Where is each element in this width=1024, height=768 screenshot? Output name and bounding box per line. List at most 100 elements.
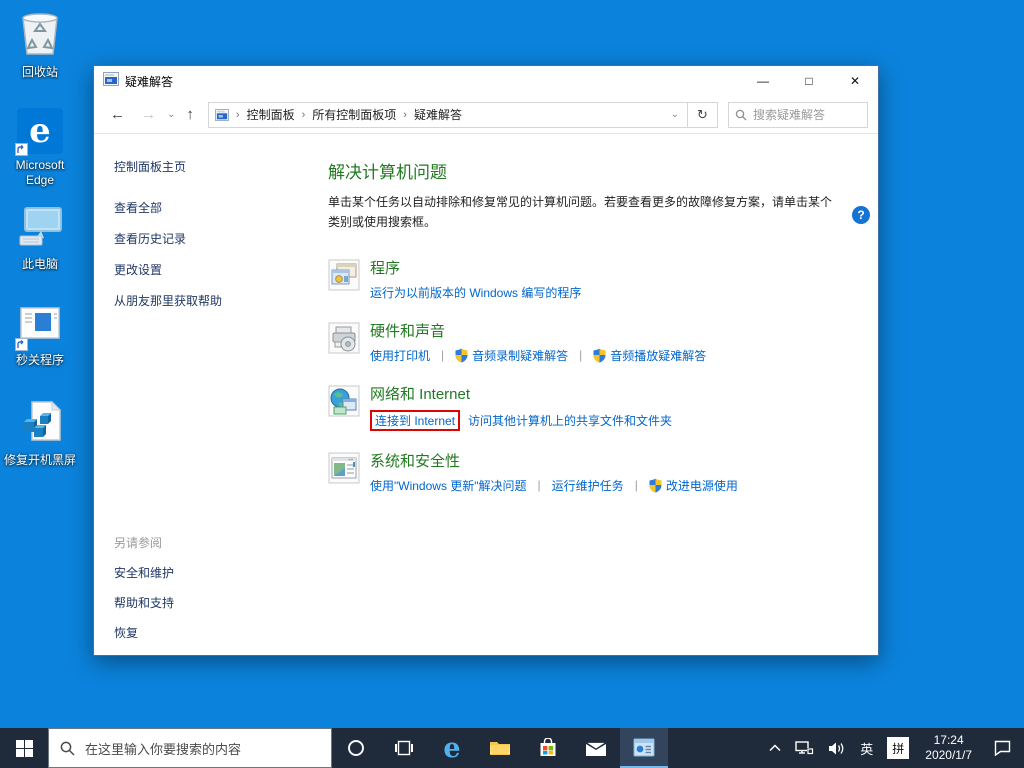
- action-center-icon: [994, 740, 1011, 756]
- search-icon: [60, 741, 75, 756]
- taskbar: 在这里输入你要搜索的内容 e 英 拼 17:24 2020/1/7: [0, 728, 1024, 768]
- section-title-network-internet[interactable]: 网络和 Internet: [370, 383, 672, 404]
- start-button[interactable]: [0, 728, 48, 768]
- section-title-programs[interactable]: 程序: [370, 257, 581, 278]
- link-separator: |: [441, 348, 445, 363]
- breadcrumb-separator: ›: [301, 108, 306, 121]
- language-indicator[interactable]: 英: [853, 728, 880, 768]
- link-connect-to-internet[interactable]: 连接到 Internet: [375, 412, 455, 429]
- shortcut-arrow-icon: [15, 143, 28, 156]
- section-title-hardware-sound[interactable]: 硬件和声音: [370, 320, 706, 341]
- network-status-button[interactable]: [788, 728, 821, 768]
- window-title: 疑难解答: [125, 74, 174, 89]
- desktop-icon-this-pc[interactable]: 此电脑: [2, 206, 78, 272]
- section-title-system-security[interactable]: 系统和安全性: [370, 450, 738, 471]
- uac-shield-icon: [593, 348, 606, 363]
- breadcrumb-item-control-panel[interactable]: 控制面板: [247, 106, 295, 123]
- taskbar-control-panel-button[interactable]: [620, 728, 668, 768]
- search-icon: [735, 109, 747, 120]
- sidebar-item-control-panel-home[interactable]: 控制面板主页: [114, 158, 306, 175]
- troubleshooting-app-icon: [633, 738, 655, 756]
- sidebar-item-help-support[interactable]: 帮助和支持: [114, 594, 174, 611]
- see-also-group: 另请参阅 安全和维护 帮助和支持 恢复: [114, 534, 174, 641]
- clock[interactable]: 17:24 2020/1/7: [916, 728, 981, 768]
- sidebar-item-change-settings[interactable]: 更改设置: [114, 261, 306, 278]
- action-center-button[interactable]: [981, 728, 1024, 768]
- up-button[interactable]: ↑: [178, 106, 202, 123]
- window-search-input[interactable]: [753, 107, 861, 122]
- sidebar-item-view-history[interactable]: 查看历史记录: [114, 230, 306, 247]
- link-separator: |: [579, 348, 583, 363]
- mail-button[interactable]: [572, 728, 620, 768]
- file-explorer-button[interactable]: [476, 728, 524, 768]
- sidebar-item-security-maintenance[interactable]: 安全和维护: [114, 564, 174, 581]
- volume-button[interactable]: [821, 728, 853, 768]
- ime-mode-button[interactable]: 拼: [880, 728, 916, 768]
- back-button[interactable]: ←: [102, 106, 133, 123]
- tray-time: 17:24: [933, 733, 964, 747]
- link-run-older-programs[interactable]: 运行为以前版本的 Windows 编写的程序: [370, 284, 581, 301]
- desktop-icon-label: 秒关程序: [15, 353, 64, 367]
- link-audio-playback[interactable]: 音频播放疑难解答: [593, 347, 706, 364]
- section-network-internet: 网络和 Internet 连接到 Internet 访问其他计算机上的共享文件和…: [328, 383, 858, 431]
- link-run-maintenance-tasks[interactable]: 运行维护任务: [552, 477, 624, 494]
- link-improve-power-usage[interactable]: 改进电源使用: [649, 477, 738, 494]
- shortcut-arrow-icon: [15, 338, 28, 351]
- uac-shield-icon: [455, 348, 468, 363]
- breadcrumb-dropdown-icon[interactable]: ⌄: [671, 109, 681, 120]
- breadcrumb-item-all-items[interactable]: 所有控制面板项: [312, 106, 396, 123]
- network-internet-icon: [328, 385, 360, 417]
- network-icon: [795, 741, 814, 755]
- close-button[interactable]: ✕: [832, 66, 878, 96]
- tray-overflow-button[interactable]: [762, 728, 788, 768]
- hardware-sound-icon: [328, 322, 360, 354]
- cortana-icon: [348, 740, 364, 756]
- ime-icon: 拼: [887, 737, 910, 759]
- window-titlebar[interactable]: 疑难解答 — □ ✕: [94, 66, 878, 96]
- section-programs: 程序 运行为以前版本的 Windows 编写的程序: [328, 257, 858, 301]
- desktop-icon-microsoft-edge[interactable]: e Microsoft Edge: [2, 108, 78, 188]
- window-body: 控制面板主页 查看全部 查看历史记录 更改设置 从朋友那里获取帮助 另请参阅 安…: [94, 134, 878, 655]
- breadcrumb[interactable]: › 控制面板 › 所有控制面板项 › 疑难解答 ⌄: [207, 101, 688, 128]
- refresh-button[interactable]: ↻: [688, 101, 718, 128]
- edge-icon: e: [15, 108, 63, 156]
- breadcrumb-separator: ›: [403, 108, 407, 121]
- taskbar-edge-button[interactable]: e: [428, 728, 476, 768]
- link-access-shared-files[interactable]: 访问其他计算机上的共享文件和文件夹: [468, 412, 672, 429]
- file-explorer-icon: [490, 742, 510, 755]
- cortana-button[interactable]: [332, 728, 380, 768]
- minimize-button[interactable]: —: [740, 66, 786, 96]
- help-button[interactable]: ?: [852, 206, 870, 224]
- sidebar-item-get-help-from-friend[interactable]: 从朋友那里获取帮助: [114, 292, 306, 309]
- breadcrumb-item-troubleshooting[interactable]: 疑难解答: [414, 106, 462, 123]
- desktop-icon-fix-black-screen[interactable]: 修复开机黑屏: [2, 400, 78, 468]
- highlight-box: 连接到 Internet: [370, 409, 461, 431]
- task-view-button[interactable]: [380, 728, 428, 768]
- registry-file-icon: [18, 400, 62, 449]
- link-use-printer[interactable]: 使用打印机: [370, 347, 430, 364]
- link-separator: |: [634, 478, 638, 493]
- page-title: 解决计算机问题: [328, 163, 447, 182]
- tray-date: 2020/1/7: [925, 748, 972, 762]
- maximize-button[interactable]: □: [786, 66, 832, 96]
- desktop-icon-label: Microsoft Edge: [15, 158, 65, 187]
- navigation-bar: ← → ⌄ ↑ › 控制面板 › 所有控制面板项 › 疑难解答 ⌄ ↻: [94, 96, 878, 134]
- chevron-up-icon: [769, 744, 781, 752]
- sidebar-item-recovery[interactable]: 恢复: [114, 624, 174, 641]
- window-app-icon: [103, 71, 119, 91]
- microsoft-store-button[interactable]: [524, 728, 572, 768]
- speaker-icon: [829, 742, 844, 754]
- link-fix-with-windows-update[interactable]: 使用"Windows 更新"解决问题: [370, 477, 527, 494]
- link-audio-recording[interactable]: 音频录制疑难解答: [455, 347, 568, 364]
- taskbar-search-box[interactable]: 在这里输入你要搜索的内容: [48, 728, 332, 768]
- windows-logo-icon: [15, 739, 33, 757]
- see-also-header: 另请参阅: [114, 536, 163, 550]
- history-dropdown-icon[interactable]: ⌄: [164, 109, 178, 120]
- section-hardware-sound: 硬件和声音 使用打印机 | 音频录制疑难解答 | 音频播放疑难解答: [328, 320, 858, 364]
- forward-button[interactable]: →: [133, 106, 164, 123]
- sidebar-item-view-all[interactable]: 查看全部: [114, 199, 306, 216]
- desktop-icon-recycle-bin[interactable]: 回收站: [2, 8, 78, 80]
- desktop-icon-quick-close-app[interactable]: 秒关程序: [2, 306, 78, 368]
- window-search-box[interactable]: [728, 101, 868, 128]
- link-separator: |: [537, 478, 541, 493]
